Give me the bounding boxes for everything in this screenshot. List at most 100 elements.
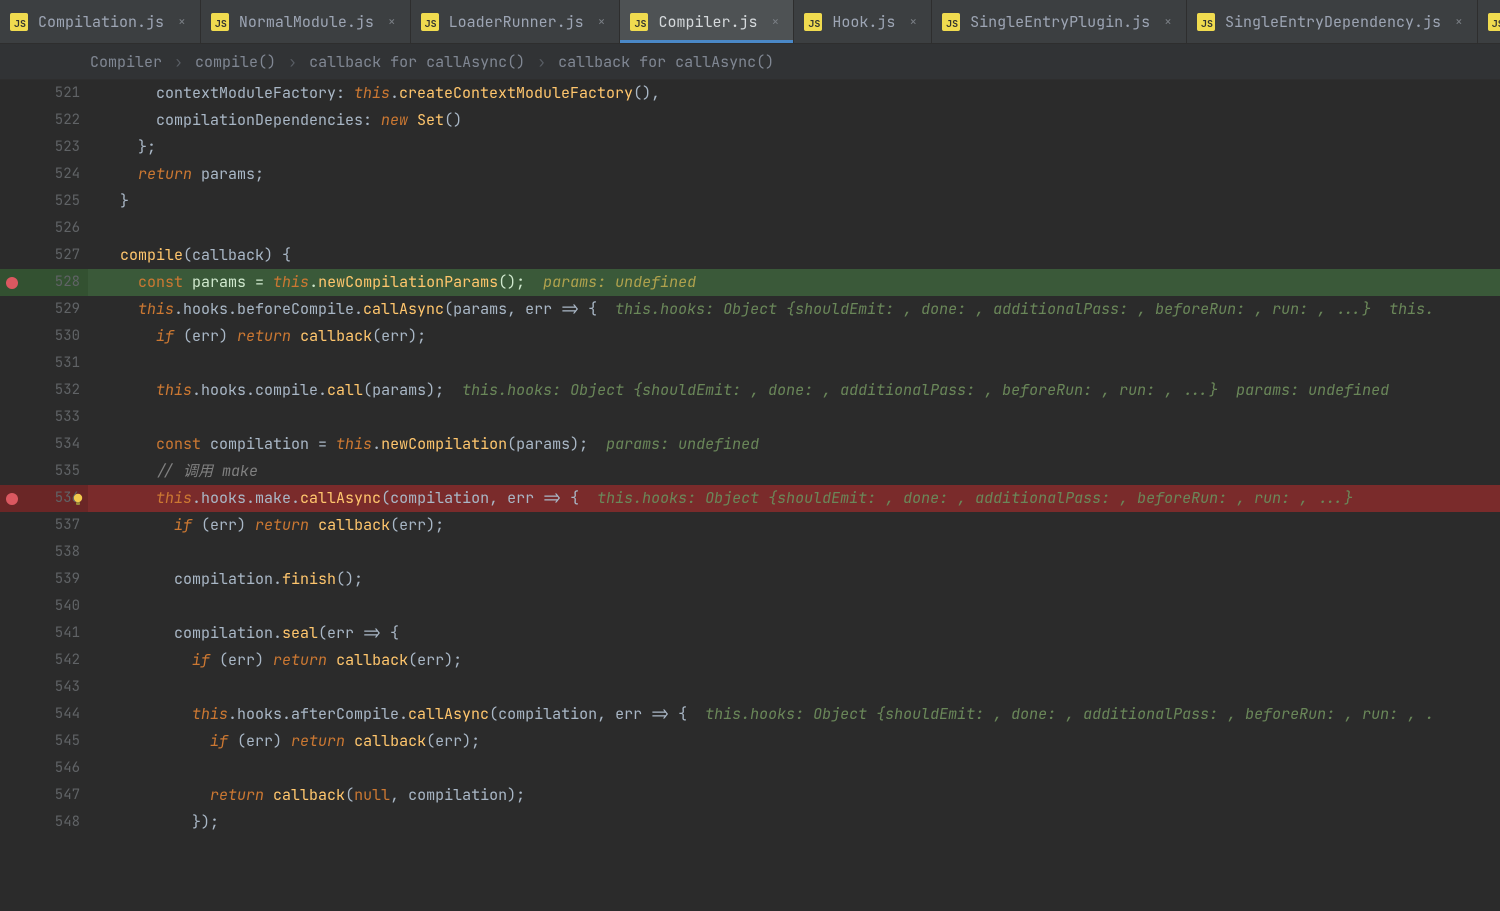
code-text[interactable]: if (err) return callback(err);	[88, 728, 1500, 755]
gutter-marks[interactable]	[0, 431, 34, 458]
code-text[interactable]: this.hooks.compile.call(params); this.ho…	[88, 377, 1500, 404]
code-text[interactable]: const compilation = this.newCompilation(…	[88, 431, 1500, 458]
gutter-marks[interactable]	[0, 539, 34, 566]
code-text[interactable]	[88, 215, 1500, 242]
close-icon[interactable]: ×	[1455, 13, 1463, 30]
code-text[interactable]: if (err) return callback(err);	[88, 323, 1500, 350]
gutter-marks[interactable]	[0, 215, 34, 242]
code-text[interactable]: // 调用 make	[88, 458, 1500, 485]
code-text[interactable]: };	[88, 134, 1500, 161]
code-line[interactable]: 522 compilationDependencies: new Set()	[0, 107, 1500, 134]
code-text[interactable]: this.hooks.beforeCompile.callAsync(param…	[88, 296, 1500, 323]
code-text[interactable]: if (err) return callback(err);	[88, 647, 1500, 674]
code-text[interactable]: contextModuleFactory: this.createContext…	[88, 80, 1500, 107]
tab-singleentrydependency-js[interactable]: JSSingleEntryDependency.js×	[1187, 0, 1478, 43]
gutter-marks[interactable]	[0, 134, 34, 161]
close-icon[interactable]: ×	[1164, 13, 1172, 30]
code-line[interactable]: 540	[0, 593, 1500, 620]
breakpoint-icon[interactable]	[6, 277, 18, 289]
code-text[interactable]	[88, 674, 1500, 701]
tab-normalmodule-js[interactable]: JSNormalModule.js×	[201, 0, 411, 43]
code-line[interactable]: 544 this.hooks.afterCompile.callAsync(co…	[0, 701, 1500, 728]
code-line[interactable]: 523 };	[0, 134, 1500, 161]
breadcrumb-item[interactable]: callback for callAsync()	[309, 52, 525, 72]
gutter-marks[interactable]	[0, 620, 34, 647]
code-text[interactable]: const params = this.newCompilationParams…	[88, 269, 1500, 296]
code-line[interactable]: 548 });	[0, 809, 1500, 836]
gutter-marks[interactable]	[0, 647, 34, 674]
close-icon[interactable]: ×	[388, 13, 396, 30]
gutter-marks[interactable]	[0, 404, 34, 431]
code-line[interactable]: 538	[0, 539, 1500, 566]
gutter-marks[interactable]	[0, 323, 34, 350]
gutter-marks[interactable]	[0, 674, 34, 701]
code-line[interactable]: 547 return callback(null, compilation);	[0, 782, 1500, 809]
gutter-marks[interactable]	[0, 350, 34, 377]
code-text[interactable]: compilation.seal(err => {	[88, 620, 1500, 647]
code-text[interactable]: this.hooks.afterCompile.callAsync(compil…	[88, 701, 1500, 728]
breadcrumb-item[interactable]: callback for callAsync()	[558, 52, 774, 72]
gutter-marks[interactable]	[0, 782, 34, 809]
tab-compiler-js[interactable]: JSCompiler.js×	[620, 0, 794, 43]
code-text[interactable]: this.hooks.make.callAsync(compilation, e…	[88, 485, 1500, 512]
gutter-marks[interactable]	[0, 566, 34, 593]
gutter-marks[interactable]	[0, 161, 34, 188]
code-line[interactable]: 537 if (err) return callback(err);	[0, 512, 1500, 539]
code-line[interactable]: 535 // 调用 make	[0, 458, 1500, 485]
gutter-marks[interactable]	[0, 809, 34, 836]
lightbulb-icon[interactable]	[70, 491, 86, 507]
code-line[interactable]: 530 if (err) return callback(err);	[0, 323, 1500, 350]
code-text[interactable]	[88, 539, 1500, 566]
code-line[interactable]: 531	[0, 350, 1500, 377]
code-text[interactable]	[88, 593, 1500, 620]
code-line[interactable]: 536 this.hooks.make.callAsync(compilatio…	[0, 485, 1500, 512]
tab-loaderrunner-js[interactable]: JSLoaderRunner.js×	[411, 0, 621, 43]
code-line[interactable]: 543	[0, 674, 1500, 701]
code-editor[interactable]: 521 contextModuleFactory: this.createCon…	[0, 80, 1500, 911]
code-line[interactable]: 532 this.hooks.compile.call(params); thi…	[0, 377, 1500, 404]
gutter-marks[interactable]	[0, 485, 34, 512]
code-line[interactable]: 542 if (err) return callback(err);	[0, 647, 1500, 674]
code-text[interactable]: compilation.finish();	[88, 566, 1500, 593]
gutter-marks[interactable]	[0, 593, 34, 620]
code-line[interactable]: 533	[0, 404, 1500, 431]
close-icon[interactable]: ×	[909, 13, 917, 30]
code-line[interactable]: 541 compilation.seal(err => {	[0, 620, 1500, 647]
gutter-marks[interactable]	[0, 188, 34, 215]
code-line[interactable]: 521 contextModuleFactory: this.createCon…	[0, 80, 1500, 107]
code-text[interactable]: compile(callback) {	[88, 242, 1500, 269]
gutter-marks[interactable]	[0, 755, 34, 782]
gutter-marks[interactable]	[0, 107, 34, 134]
gutter-marks[interactable]	[0, 728, 34, 755]
tab-index-js[interactable]: JSindex.js×	[1478, 0, 1500, 43]
code-line[interactable]: 534 const compilation = this.newCompilat…	[0, 431, 1500, 458]
code-text[interactable]: return callback(null, compilation);	[88, 782, 1500, 809]
code-text[interactable]: compilationDependencies: new Set()	[88, 107, 1500, 134]
gutter-marks[interactable]	[0, 458, 34, 485]
breadcrumb-item[interactable]: compile()	[195, 52, 276, 72]
code-text[interactable]	[88, 404, 1500, 431]
code-line[interactable]: 527 compile(callback) {	[0, 242, 1500, 269]
gutter-marks[interactable]	[0, 242, 34, 269]
gutter-marks[interactable]	[0, 80, 34, 107]
tab-compilation-js[interactable]: JSCompilation.js×	[0, 0, 201, 43]
close-icon[interactable]: ×	[178, 13, 186, 30]
code-line[interactable]: 525 }	[0, 188, 1500, 215]
code-line[interactable]: 528 const params = this.newCompilationPa…	[0, 269, 1500, 296]
tab-hook-js[interactable]: JSHook.js×	[794, 0, 932, 43]
tab-singleentryplugin-js[interactable]: JSSingleEntryPlugin.js×	[932, 0, 1187, 43]
gutter-marks[interactable]	[0, 269, 34, 296]
code-line[interactable]: 526	[0, 215, 1500, 242]
close-icon[interactable]: ×	[598, 13, 606, 30]
close-icon[interactable]: ×	[772, 13, 780, 30]
code-text[interactable]	[88, 755, 1500, 782]
code-line[interactable]: 545 if (err) return callback(err);	[0, 728, 1500, 755]
code-text[interactable]: if (err) return callback(err);	[88, 512, 1500, 539]
code-line[interactable]: 539 compilation.finish();	[0, 566, 1500, 593]
code-line[interactable]: 546	[0, 755, 1500, 782]
code-line[interactable]: 524 return params;	[0, 161, 1500, 188]
code-text[interactable]: });	[88, 809, 1500, 836]
code-text[interactable]: return params;	[88, 161, 1500, 188]
code-text[interactable]	[88, 350, 1500, 377]
code-text[interactable]: }	[88, 188, 1500, 215]
